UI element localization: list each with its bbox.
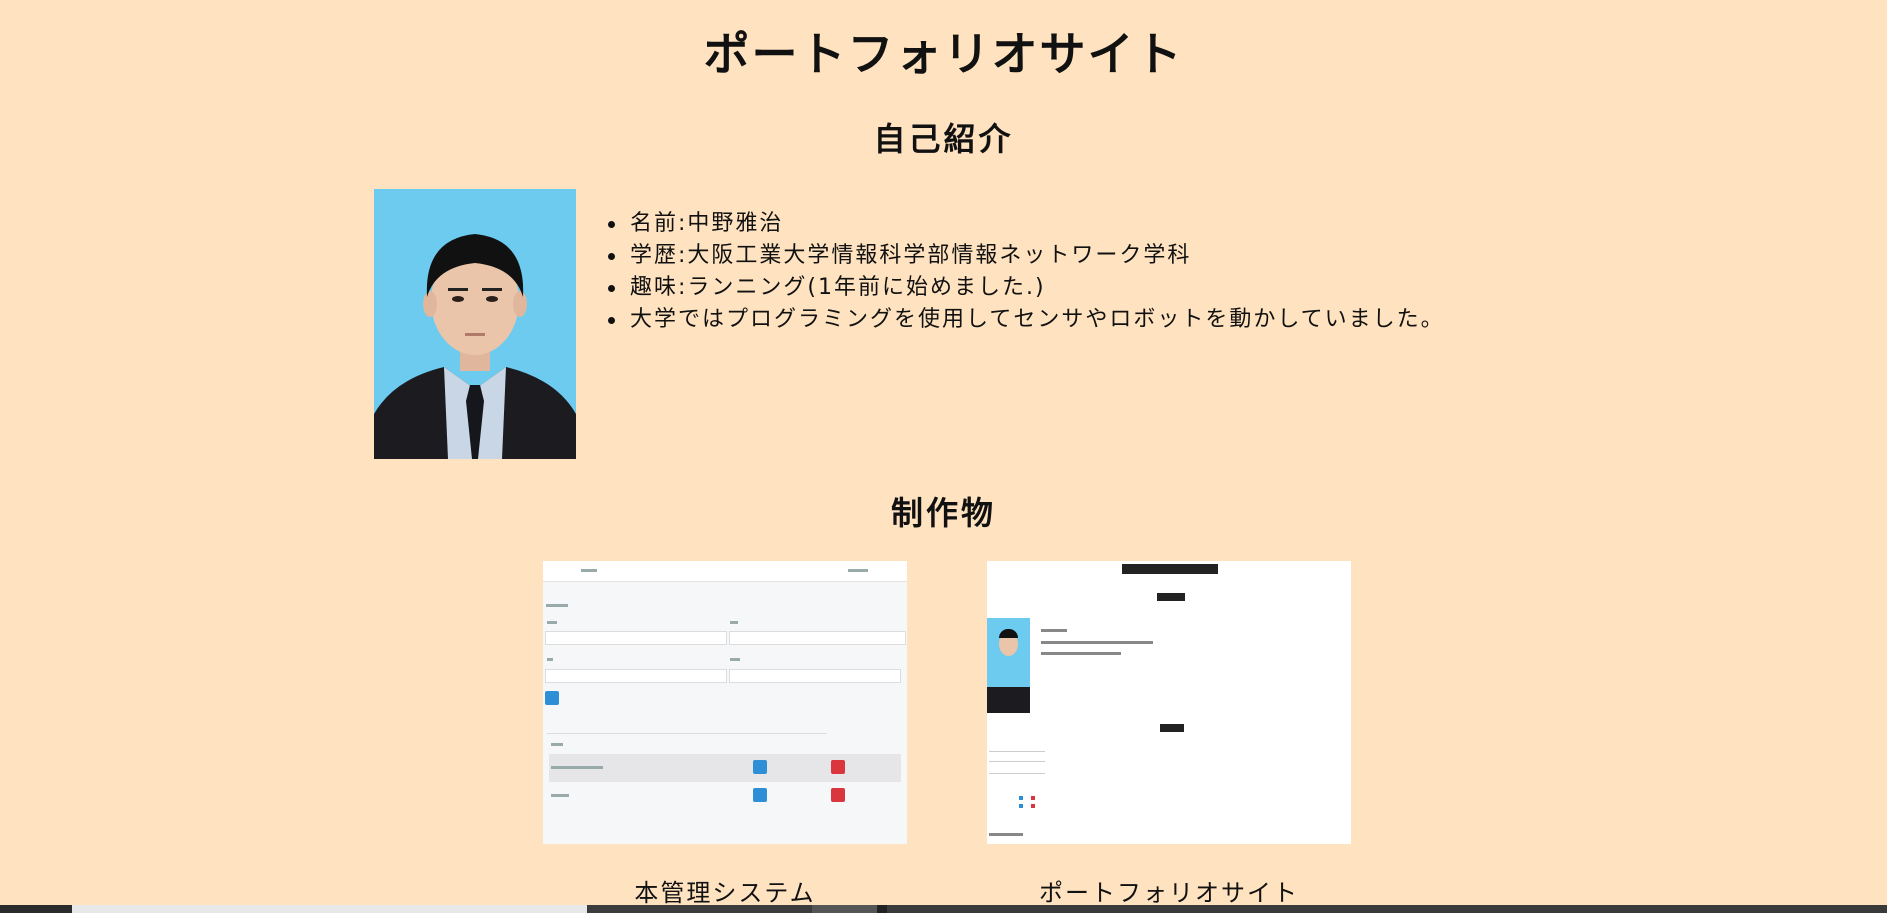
taskbar-strip [0, 905, 1887, 913]
site-title: ポートフォリオサイト [703, 27, 1184, 81]
work-caption-portfolio-site[interactable]: ポートフォリオサイト [987, 873, 1351, 908]
person-portrait-icon [374, 189, 576, 459]
profile-list: 名前:中野雅治 学歴:大阪工業大学情報科学部情報ネットワーク学科 趣味:ランニン… [608, 208, 1445, 336]
mini-app-header [543, 561, 907, 582]
portfolio-page: ポートフォリオサイト 自己紹介 名前:中野雅治 学歴:大阪工業大学情報科学部情報… [0, 0, 1887, 913]
profile-item-university-work: 大学ではプログラミングを使用してセンサやロボットを動かしていました。 [608, 304, 1445, 336]
work-thumbnail-portfolio-site[interactable] [987, 561, 1351, 844]
work-thumbnail-book-management[interactable] [543, 561, 907, 844]
works-section-title: 制作物 [890, 494, 996, 532]
profile-item-hobby: 趣味:ランニング(1年前に始めました.) [608, 272, 1445, 304]
profile-item-education: 学歴:大阪工業大学情報科学部情報ネットワーク学科 [608, 240, 1445, 272]
about-section-title: 自己紹介 [873, 120, 1014, 158]
profile-photo [374, 189, 576, 459]
work-caption-book-management[interactable]: 本管理システム [543, 873, 907, 908]
profile-item-name: 名前:中野雅治 [608, 208, 1445, 240]
